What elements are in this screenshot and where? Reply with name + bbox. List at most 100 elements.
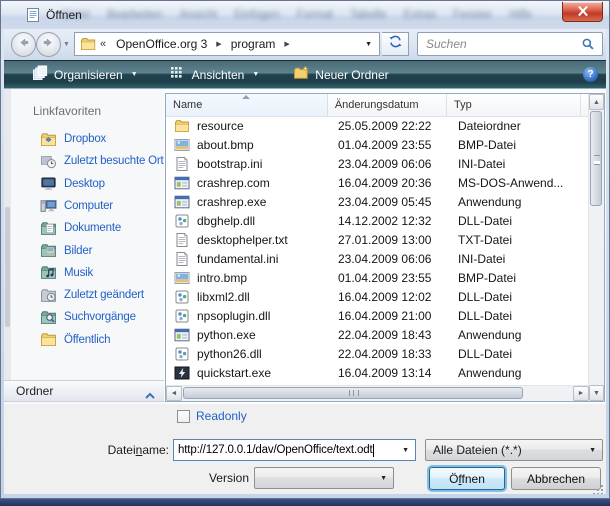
image-icon	[174, 137, 190, 153]
forward-arrow-icon	[41, 35, 56, 55]
breadcrumb-item-program[interactable]: program	[227, 37, 280, 51]
background-menu-item: Fenster	[453, 9, 492, 21]
filetype-dropdown-icon: ▼	[583, 447, 602, 454]
file-row-crashrep-exe[interactable]: crashrep.exe23.04.2009 05:45Anwendung	[166, 192, 589, 211]
search-box[interactable]: Suchen	[417, 32, 603, 56]
file-type: Anwendung	[449, 366, 584, 380]
text-icon	[174, 156, 190, 172]
file-date: 22.04.2009 18:43	[329, 328, 449, 342]
file-date: 25.05.2009 22:22	[329, 119, 449, 133]
breadcrumb-separator-icon[interactable]: ▶	[211, 40, 226, 48]
file-name: dbghelp.dll	[197, 214, 255, 228]
new-folder-icon	[293, 65, 309, 84]
ansichten-button[interactable]: Ansichten ▼	[160, 61, 270, 88]
address-dropdown-icon[interactable]: ▼	[358, 41, 379, 48]
background-menu-item: Format	[297, 9, 333, 21]
sidebar-item-computer[interactable]: Computer	[40, 196, 113, 216]
searches-folder-icon	[40, 309, 57, 326]
file-row-libxml2-dll[interactable]: libxml2.dll16.04.2009 12:02DLL-Datei	[166, 287, 589, 306]
dll-icon	[174, 213, 190, 229]
file-row-crashrep-com[interactable]: crashrep.com16.04.2009 20:36MS-DOS-Anwen…	[166, 173, 589, 192]
sidebar-item-dropbox[interactable]: Dropbox	[40, 129, 106, 149]
organize-icon	[32, 65, 48, 84]
filename-value: http://127.0.0.1/dav/OpenOffice/text.odt	[178, 444, 373, 456]
file-type: DLL-Datei	[449, 214, 584, 228]
views-icon	[170, 65, 186, 84]
recently-changed-folder-icon	[40, 287, 57, 304]
breadcrumb-bar[interactable]: « OpenOffice.org 3 ▶ program ▶ ▼	[74, 32, 380, 56]
file-row-python26-dll[interactable]: python26.dll22.04.2009 18:33DLL-Datei	[166, 344, 589, 363]
filetype-select[interactable]: Alle Dateien (*.*) ▼	[425, 439, 603, 461]
forward-button[interactable]	[36, 32, 61, 57]
column-header-type[interactable]: Typ	[447, 94, 581, 116]
close-icon	[577, 3, 589, 21]
file-type: DLL-Datei	[449, 290, 584, 304]
file-row-fundamental-ini[interactable]: fundamental.ini23.04.2009 06:06INI-Datei	[166, 249, 589, 268]
search-icon[interactable]	[581, 37, 595, 51]
file-row-resource[interactable]: resource25.05.2009 22:22Dateiordner	[166, 116, 589, 135]
sidebar-item-desktop[interactable]: Desktop	[40, 174, 105, 194]
breadcrumb-separator-icon[interactable]: ▶	[279, 40, 294, 48]
favorites-sidebar: Linkfavoriten DropboxZuletzt besuchte Or…	[4, 89, 164, 404]
sidebar-item-dokumente[interactable]: Dokumente	[40, 218, 121, 238]
history-dropdown-icon[interactable]: ▼	[63, 41, 70, 48]
sidebar-item-zuletzt-besuchte-orte[interactable]: Zuletzt besuchte Orte	[40, 151, 164, 171]
sidebar-item-ffentlich[interactable]: Öffentlich	[40, 330, 110, 350]
breadcrumb-overflow-chevron[interactable]: «	[100, 38, 106, 50]
file-name: crashrep.com	[197, 176, 270, 190]
background-menu-item: Hilfe	[509, 9, 532, 21]
background-menu-item: Ansicht	[179, 9, 217, 21]
filename-dropdown-icon[interactable]: ▼	[396, 447, 415, 454]
file-row-quickstart-exe[interactable]: quickstart.exe16.04.2009 13:14Anwendung	[166, 363, 589, 382]
file-row-npsoplugin-dll[interactable]: npsoplugin.dll16.04.2009 21:00DLL-Datei	[166, 306, 589, 325]
open-button[interactable]: Öffnen	[429, 467, 505, 490]
file-row-about-bmp[interactable]: about.bmp01.04.2009 23:55BMP-Datei	[166, 135, 589, 154]
file-type: DLL-Datei	[449, 347, 584, 361]
column-header-date[interactable]: Änderungsdatum	[328, 94, 447, 116]
organisieren-button[interactable]: Organisieren ▼	[22, 61, 148, 88]
folders-expander[interactable]: Ordner	[4, 380, 164, 402]
text-icon	[174, 251, 190, 267]
sidebar-scrollbar[interactable]	[4, 89, 11, 380]
scroll-left-icon[interactable]: ◄	[166, 386, 182, 401]
breadcrumb-item-openoffice[interactable]: OpenOffice.org 3	[112, 37, 211, 51]
cancel-button[interactable]: Abbrechen	[511, 467, 601, 490]
file-date: 22.04.2009 18:33	[329, 347, 449, 361]
title-bar[interactable]: Öffnen DateiBearbeitenAnsichtEinfügenFor…	[1, 1, 609, 30]
scroll-right-icon[interactable]: ►	[573, 386, 589, 401]
dialog-content: Linkfavoriten DropboxZuletzt besuchte Or…	[4, 89, 608, 404]
sidebar-item-bilder[interactable]: Bilder	[40, 241, 92, 261]
file-row-desktophelper-txt[interactable]: desktophelper.txt27.01.2009 13:00TXT-Dat…	[166, 230, 589, 249]
sidebar-item-suchvorg-nge[interactable]: Suchvorgänge	[40, 307, 136, 327]
close-button[interactable]	[562, 2, 603, 22]
writer-document-icon	[25, 7, 41, 23]
file-type: TXT-Datei	[449, 233, 584, 247]
background-menu-item: Tabelle	[350, 9, 386, 21]
file-name: fundamental.ini	[197, 252, 278, 266]
back-button[interactable]	[11, 32, 36, 57]
help-button[interactable]: ?	[583, 67, 598, 82]
readonly-checkbox[interactable]	[177, 410, 190, 423]
command-toolbar: Organisieren ▼ Ansichten ▼ Neuer Ordner …	[4, 60, 608, 89]
neuer-ordner-button[interactable]: Neuer Ordner	[283, 61, 398, 88]
file-row-intro-bmp[interactable]: intro.bmp01.04.2009 23:55BMP-Datei	[166, 268, 589, 287]
refresh-button[interactable]	[382, 32, 409, 56]
vertical-scrollbar[interactable]: ▲ ▼	[588, 94, 604, 401]
sidebar-item-zuletzt-ge-ndert[interactable]: Zuletzt geändert	[40, 285, 144, 305]
file-row-bootstrap-ini[interactable]: bootstrap.ini23.04.2009 06:06INI-Datei	[166, 154, 589, 173]
scroll-down-icon[interactable]: ▼	[589, 385, 604, 401]
version-select[interactable]: ▼	[254, 467, 394, 489]
navigation-bar: ▼ « OpenOffice.org 3 ▶ program ▶ ▼ Suche…	[4, 29, 608, 61]
horizontal-scrollbar[interactable]: ◄ ►	[166, 385, 589, 401]
column-header-name[interactable]: Name	[166, 94, 328, 116]
horizontal-scroll-thumb[interactable]	[183, 387, 523, 399]
vertical-scroll-thumb[interactable]	[590, 111, 602, 206]
file-row-python-exe[interactable]: python.exe22.04.2009 18:43Anwendung	[166, 325, 589, 344]
help-icon: ?	[587, 69, 593, 80]
readonly-option[interactable]: Readonly	[177, 409, 247, 423]
scroll-up-icon[interactable]: ▲	[589, 94, 604, 110]
sidebar-item-musik[interactable]: Musik	[40, 263, 93, 283]
file-row-dbghelp-dll[interactable]: dbghelp.dll14.12.2002 12:32DLL-Datei	[166, 211, 589, 230]
filename-input[interactable]: http://127.0.0.1/dav/OpenOffice/text.odt…	[173, 439, 416, 461]
back-arrow-icon	[16, 35, 31, 55]
